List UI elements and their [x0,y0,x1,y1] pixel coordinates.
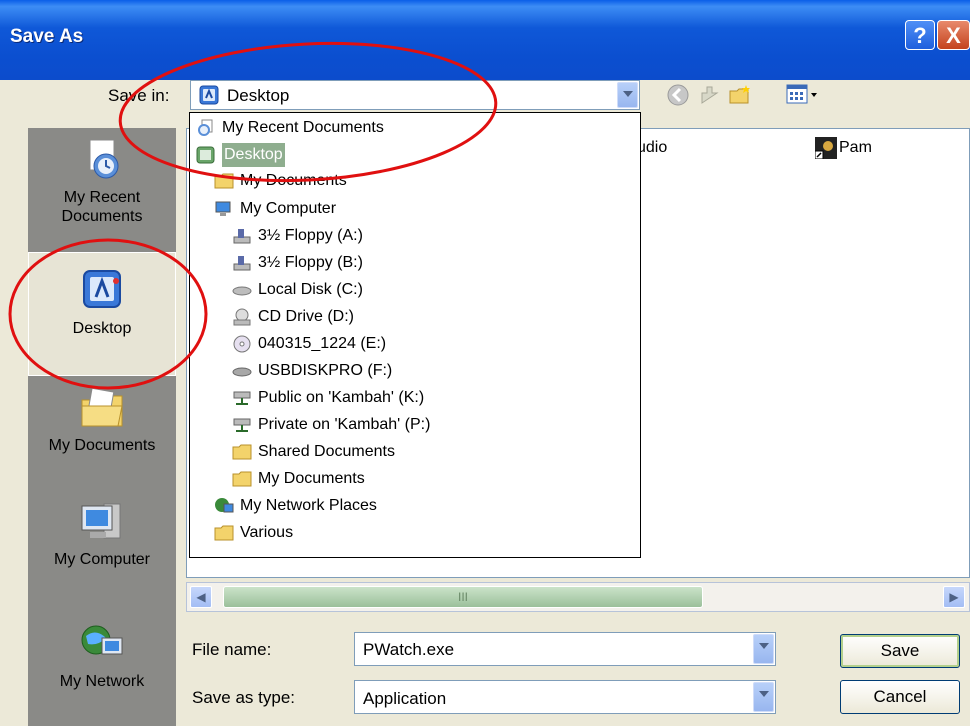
chevron-down-icon[interactable] [617,82,638,108]
place-my-network[interactable]: My Network [28,622,176,691]
network-drive-icon [233,391,251,405]
desktop-icon [83,270,121,308]
dropdown-item-usbdiskpro-f[interactable]: USBDISKPRO (F:) [232,359,392,383]
scroll-left-button[interactable]: ◀ [190,586,212,608]
save-in-dropdown-list[interactable]: My Recent Documents Desktop My Documents… [189,112,641,558]
save-in-label: Save in: [108,86,170,105]
folder-icon [232,471,252,487]
dropdown-item-my-network-places[interactable]: My Network Places [214,494,377,518]
my-documents-icon [81,387,123,427]
help-button[interactable]: ? [905,20,935,50]
floppy-icon [233,229,251,244]
cd-drive-icon [233,308,251,326]
place-my-computer[interactable]: My Computer [28,500,176,569]
dropdown-item-local-disk-c[interactable]: Local Disk (C:) [232,278,363,302]
dropdown-item-my-recent-documents[interactable]: My Recent Documents [196,116,384,140]
computer-icon [215,201,231,216]
place-my-recent-documents[interactable]: My Recent Documents [28,138,176,226]
folder-icon [214,173,234,189]
dropdown-item-various[interactable]: Various [214,521,293,545]
save-button[interactable]: Save [840,634,960,668]
save-as-type-label: Save as type: [192,688,296,707]
dropdown-item-my-documents[interactable]: My Documents [214,169,347,193]
file-name-field[interactable]: PWatch.exe [354,632,776,666]
floppy-icon [233,256,251,271]
new-folder-icon[interactable] [728,83,754,107]
shortcut-image-icon [815,137,837,159]
dropdown-item-disc-e[interactable]: 040315_1224 (E:) [232,332,386,356]
up-folder-icon[interactable] [698,83,722,107]
save-in-combo[interactable]: Desktop [190,80,640,110]
chevron-down-icon[interactable] [753,682,774,712]
recent-documents-icon [89,139,119,179]
save-as-type-combo[interactable]: Application [354,680,776,714]
dropdown-item-public-kambah-k[interactable]: Public on 'Kambah' (K:) [232,386,424,410]
network-drive-icon [233,418,251,432]
chevron-down-icon[interactable] [753,634,774,664]
dropdown-item-private-kambah-p[interactable]: Private on 'Kambah' (P:) [232,413,430,437]
dropdown-item-floppy-b[interactable]: 3½ Floppy (B:) [232,251,363,275]
network-icon [81,625,123,655]
network-places-icon [215,498,234,513]
save-in-value: Desktop [227,86,290,105]
arrow-right-icon: ▶ [949,590,959,604]
dropdown-item-shared-documents[interactable]: Shared Documents [232,440,395,464]
window-title: Save As [10,26,84,47]
usb-disk-icon [232,367,252,377]
desktop-icon [199,85,219,105]
dropdown-item-my-computer[interactable]: My Computer [214,197,336,221]
file-item-pam[interactable]: Pam [839,139,872,157]
desktop-icon [196,146,215,164]
close-button[interactable]: X [937,20,970,50]
cancel-button[interactable]: Cancel [840,680,960,714]
scroll-thumb[interactable]: III [223,586,703,608]
file-item-audio[interactable]: udio [637,139,667,157]
title-bar: Save As ? X [0,0,970,80]
arrow-left-icon: ◀ [196,590,206,604]
folder-icon [214,525,234,541]
scroll-right-button[interactable]: ▶ [943,586,965,608]
dropdown-item-floppy-a[interactable]: 3½ Floppy (A:) [232,224,363,248]
dropdown-item-desktop[interactable]: Desktop [196,143,285,167]
dropdown-item-my-documents-2[interactable]: My Documents [232,467,365,491]
horizontal-scrollbar[interactable]: ◀ III ▶ [186,582,970,612]
cd-disc-icon [233,335,251,353]
help-icon: ? [913,23,927,48]
my-computer-icon [81,503,121,539]
back-icon[interactable] [666,83,690,107]
place-desktop[interactable]: Desktop [28,252,176,376]
file-name-label: File name: [192,640,272,659]
close-icon: X [946,23,961,48]
grip-icon: III [457,590,468,604]
views-menu-icon[interactable] [786,83,820,107]
recent-documents-icon [198,119,213,136]
place-my-documents[interactable]: My Documents [28,386,176,455]
hard-disk-icon [232,286,252,296]
folder-icon [232,444,252,460]
dropdown-item-cd-drive-d[interactable]: CD Drive (D:) [232,305,354,329]
